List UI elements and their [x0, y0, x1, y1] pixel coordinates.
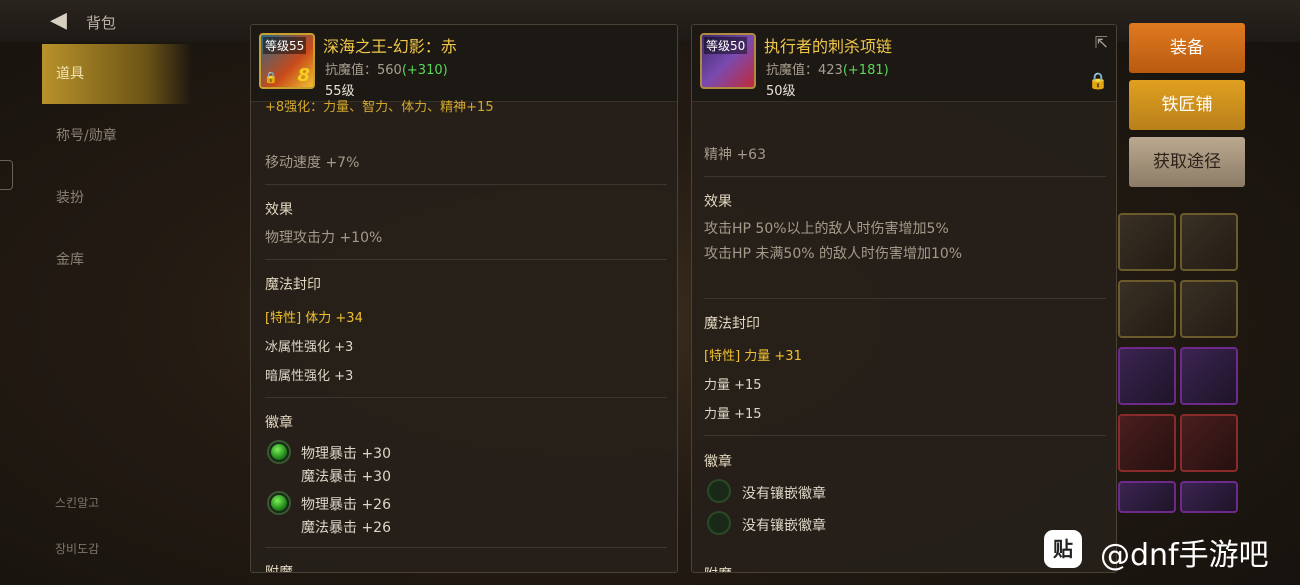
stat-bonus: (+181): [842, 63, 889, 78]
item-level-badge: 等级55: [263, 37, 307, 54]
watermark-text: @dnf手游吧: [1100, 538, 1269, 573]
stat-base: 560: [377, 63, 402, 78]
divider: [265, 259, 667, 260]
inventory-slot[interactable]: [1180, 481, 1238, 513]
inventory-slot[interactable]: [1180, 347, 1238, 405]
inventory-slot[interactable]: [1118, 280, 1176, 338]
item-level: 50级: [766, 84, 796, 99]
nav-item-items[interactable]: 道具: [42, 44, 192, 104]
inventory-slot[interactable]: [1118, 414, 1176, 472]
stat-bonus: (+310): [401, 63, 448, 78]
effect-title: 效果: [265, 202, 293, 218]
inventory-slot[interactable]: [1118, 347, 1176, 405]
seal-line: [特性] 体力 +34: [265, 311, 363, 326]
item-icon: 等级55 🔒 8: [259, 33, 315, 89]
enchant-title: 附魔: [704, 564, 732, 572]
badge-stat: 魔法暴击 +30: [301, 469, 391, 485]
badge-stat: 魔法暴击 +26: [301, 520, 391, 536]
empty-badge-slot-icon: [709, 513, 729, 533]
divider: [704, 435, 1106, 436]
empty-badge-slot-icon: [709, 481, 729, 501]
effect-line: 攻击HP 未满50% 的敌人时伤害增加10%: [704, 246, 963, 262]
seal-line: 暗属性强化 +3: [265, 369, 354, 384]
seal-title: 魔法封印: [265, 277, 321, 293]
divider: [265, 397, 667, 398]
item-tooltip-left: 等级55 🔒 8 深海之王-幻影：赤 抗魔值：560(+310) 55级 +8强…: [250, 24, 678, 573]
enhance-badge: 8: [297, 65, 310, 86]
divider: [265, 547, 667, 548]
item-stat: 抗魔值：560(+310): [325, 59, 448, 78]
left-nav: 道具 称号/勋章 装扮 金库 스킨알고 장비도감: [0, 42, 245, 585]
move-speed-line: 移动速度 +7%: [265, 155, 360, 171]
lock-icon[interactable]: 🔒: [1088, 71, 1108, 90]
inventory-slot[interactable]: [1180, 280, 1238, 338]
divider: [704, 176, 1106, 177]
nav-item-storage[interactable]: 金库: [42, 230, 192, 290]
item-stat: 抗魔值：423(+181): [766, 59, 889, 78]
share-icon[interactable]: ⇱: [1095, 33, 1108, 52]
item-icon: 等级50: [700, 33, 756, 89]
page-title: 背包: [86, 14, 117, 32]
seal-line: 冰属性强化 +3: [265, 340, 354, 355]
inventory-slot[interactable]: [1118, 481, 1176, 513]
nav-bottom-item-1[interactable]: 스킨알고: [55, 494, 99, 511]
seal-title: 魔法封印: [704, 316, 760, 332]
badge-title: 徽章: [704, 454, 732, 470]
item-name: 执行者的刺杀项链: [764, 37, 893, 56]
back-arrow-icon[interactable]: ◀: [50, 8, 67, 33]
divider: [704, 298, 1106, 299]
stat-label: 抗魔值：: [766, 63, 819, 78]
enchant-title: 附魔: [265, 565, 293, 573]
obtain-source-button[interactable]: 获取途径: [1129, 137, 1245, 187]
item-tooltip-right: 等级50 执行者的刺杀项链 抗魔值：423(+181) 50级 ⇱ 🔒 精神 +…: [691, 24, 1117, 573]
enhance-line: +8强化：力量、智力、体力、精神+15: [265, 100, 494, 115]
nav-bottom-item-2[interactable]: 장비도감: [55, 540, 99, 557]
stat-base: 423: [818, 63, 843, 78]
equip-button[interactable]: 装备: [1129, 23, 1245, 73]
badge-stat: 物理暴击 +26: [301, 497, 391, 513]
badge-title: 徽章: [265, 415, 293, 431]
inventory-slot[interactable]: [1180, 414, 1238, 472]
badge-stat: 物理暴击 +30: [301, 446, 391, 462]
seal-line: 力量 +15: [704, 407, 762, 422]
tooltip-body: +8强化：力量、智力、体力、精神+15 移动速度 +7% 效果 物理攻击力 +1…: [251, 100, 677, 573]
empty-badge-text: 没有镶嵌徽章: [742, 518, 826, 534]
side-handle[interactable]: [0, 160, 13, 190]
seal-line: [特性] 力量 +31: [704, 349, 802, 364]
badge-gem-icon: [269, 493, 289, 513]
badge-gem-icon: [269, 442, 289, 462]
watermark-logo-icon: 贴: [1044, 530, 1082, 568]
divider: [265, 184, 667, 185]
tooltip-body: 精神 +63 效果 攻击HP 50%以上的敌人时伤害增加5% 攻击HP 未满50…: [692, 102, 1116, 572]
empty-badge-text: 没有镶嵌徽章: [742, 486, 826, 502]
item-header: 等级55 🔒 8 深海之王-幻影：赤 抗魔值：560(+310) 55级: [251, 25, 677, 102]
inventory-slot[interactable]: [1180, 213, 1238, 271]
item-level-badge: 等级50: [704, 37, 748, 54]
nav-item-titles[interactable]: 称号/勋章: [42, 106, 192, 166]
blacksmith-button[interactable]: 铁匠铺: [1129, 80, 1245, 130]
item-header: 等级50 执行者的刺杀项链 抗魔值：423(+181) 50级 ⇱ 🔒: [692, 25, 1116, 102]
spirit-line: 精神 +63: [704, 147, 766, 163]
effect-line: 物理攻击力 +10%: [265, 230, 383, 246]
item-name: 深海之王-幻影：赤: [323, 37, 457, 56]
effect-line: 攻击HP 50%以上的敌人时伤害增加5%: [704, 221, 949, 237]
effect-title: 效果: [704, 194, 732, 210]
inventory-slot[interactable]: [1118, 213, 1176, 271]
lock-icon: 🔒: [264, 71, 278, 84]
nav-item-avatar[interactable]: 装扮: [42, 168, 192, 228]
stat-label: 抗魔值：: [325, 63, 378, 78]
seal-line: 力量 +15: [704, 378, 762, 393]
